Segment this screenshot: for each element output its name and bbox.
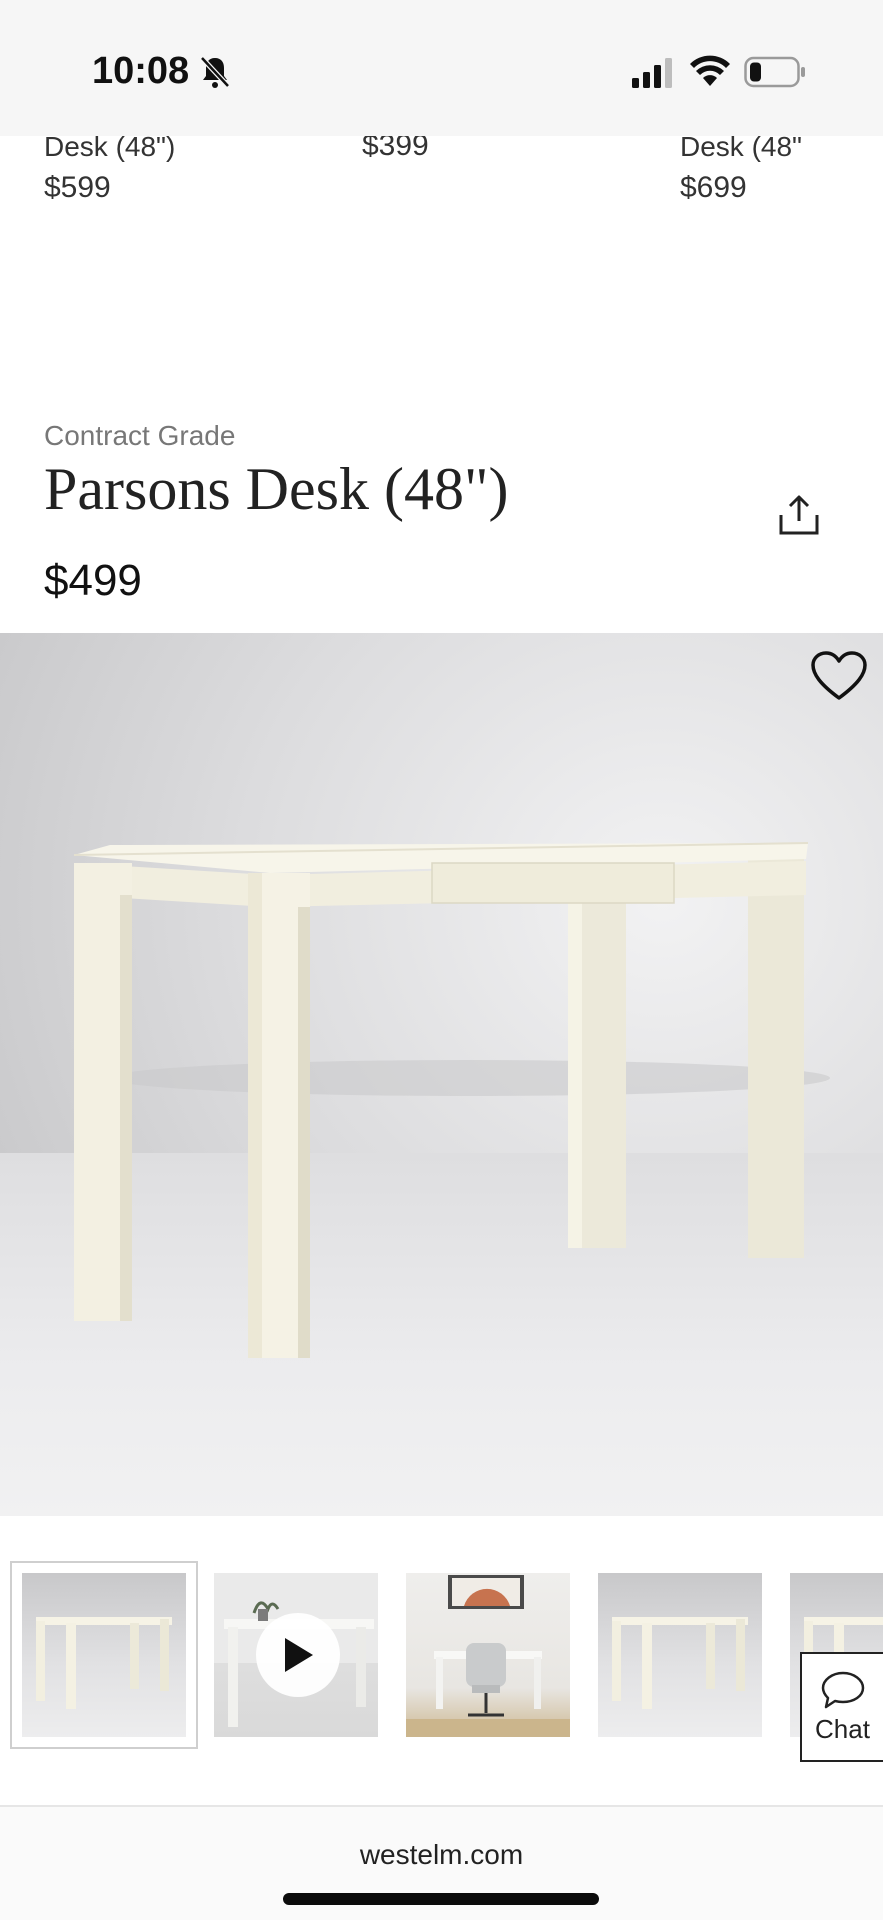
product-title: Parsons Desk (48") [44, 456, 509, 522]
share-icon [779, 495, 819, 535]
wifi-icon [690, 55, 730, 86]
product-brand: Contract Grade [44, 420, 236, 451]
desk-thumbnail-image [612, 1617, 748, 1709]
heart-icon [811, 651, 867, 700]
related-product-card[interactable]: $399 [362, 136, 429, 166]
related-product-price: $599 [44, 171, 111, 204]
play-button[interactable] [256, 1613, 340, 1697]
browser-url-bar[interactable]: westelm.com [0, 1807, 883, 1920]
favorite-button[interactable] [810, 650, 868, 702]
url-text[interactable]: westelm.com [0, 1839, 883, 1871]
related-product-price: $399 [362, 136, 429, 162]
cellular-signal-icon [632, 58, 672, 88]
battery-low-icon [744, 56, 805, 88]
desk-illustration [73, 842, 830, 1358]
status-time: 10:08 [92, 50, 190, 92]
chat-bubble-icon [821, 1671, 864, 1708]
chat-label: Chat [815, 1713, 870, 1744]
related-product-name: Desk (48" [680, 136, 802, 162]
desk-thumbnail-image [36, 1617, 172, 1709]
room-scene-thumbnail-image [406, 1575, 570, 1737]
thumbnail-1[interactable] [22, 1573, 186, 1737]
thumbnail-4[interactable] [598, 1573, 762, 1737]
thumbnail-3[interactable] [406, 1573, 570, 1737]
related-product-name: Desk (48") [44, 136, 176, 162]
home-indicator[interactable] [283, 1893, 599, 1905]
related-product-card[interactable]: Desk (48" $699 [680, 136, 820, 208]
product-hero-image[interactable] [0, 633, 883, 1516]
product-price: $499 [44, 556, 142, 605]
related-product-price: $699 [680, 171, 747, 204]
related-product-card[interactable]: Desk (48") $599 [44, 136, 175, 208]
share-button[interactable] [772, 488, 826, 542]
thumbnail-strip[interactable] [0, 1560, 883, 1750]
status-bar: 10:08 [0, 0, 883, 136]
thumbnail-2-video[interactable] [214, 1573, 378, 1737]
related-products-carousel[interactable]: Desk (48") $599 $399 Desk (48" $699 [0, 136, 883, 216]
chat-button[interactable]: Chat [800, 1652, 883, 1762]
play-icon [285, 1638, 313, 1672]
bell-slash-icon [200, 56, 230, 88]
